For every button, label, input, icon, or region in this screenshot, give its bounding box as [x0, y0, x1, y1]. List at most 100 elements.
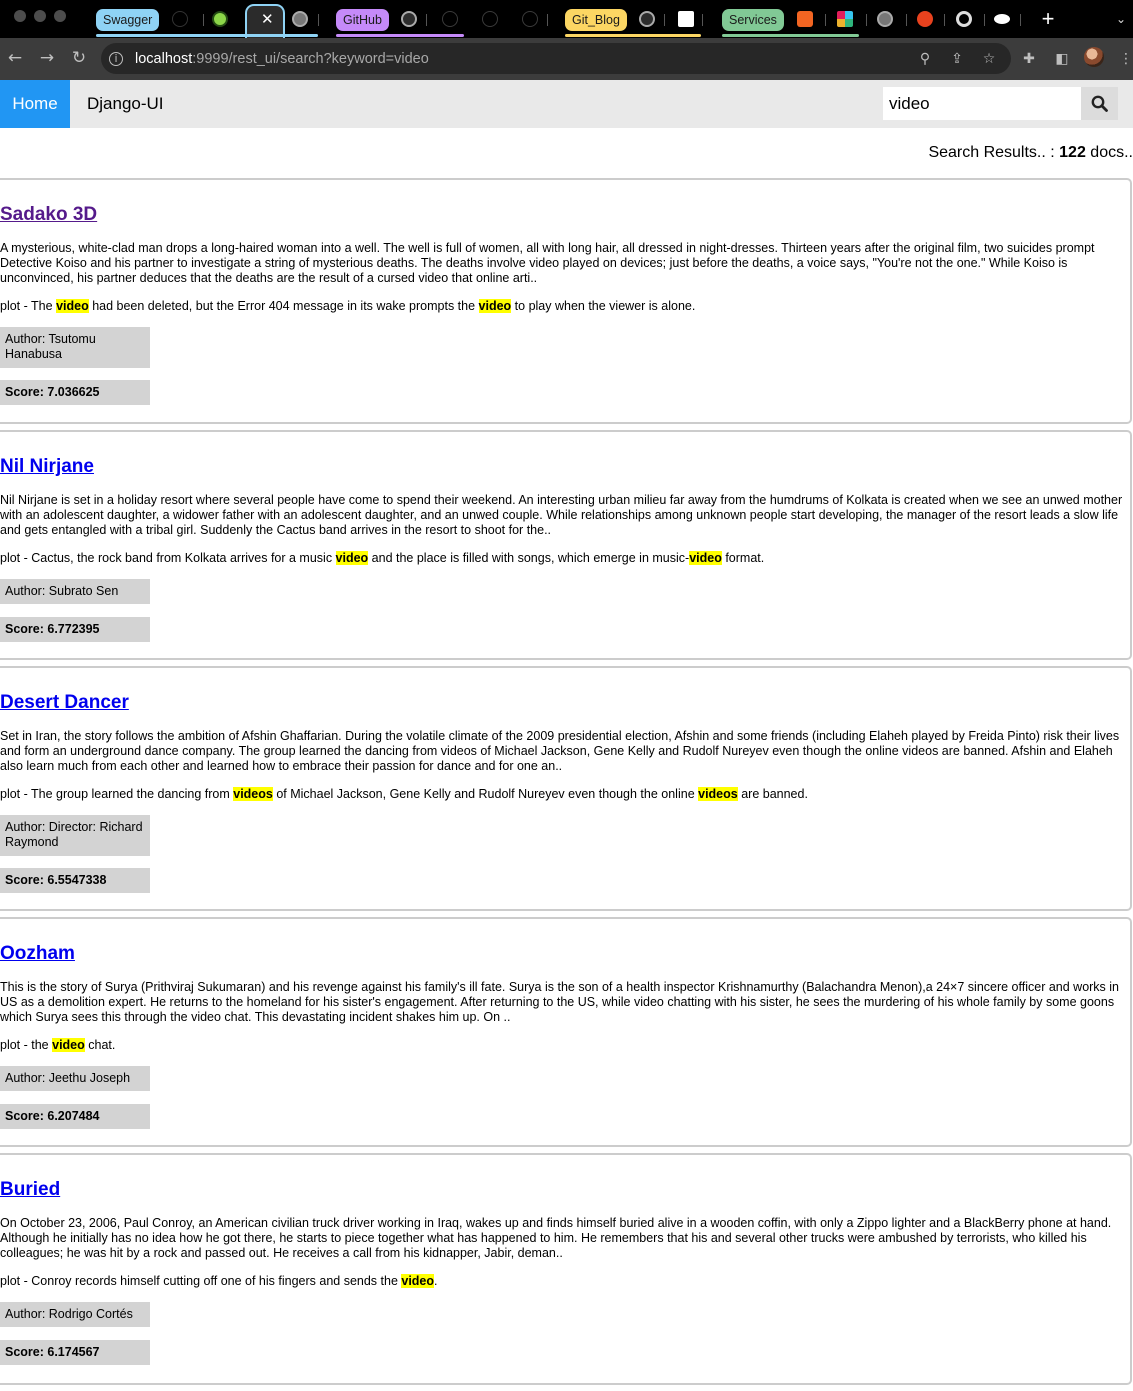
- results-count: 122: [1059, 144, 1086, 161]
- slack-icon[interactable]: [837, 11, 853, 27]
- github-icon[interactable]: [522, 11, 538, 27]
- bookmark-star-icon[interactable]: ☆: [980, 50, 998, 68]
- tab-favicon-orange[interactable]: [797, 11, 813, 27]
- github-icon[interactable]: [442, 11, 458, 27]
- tab-favicon-red[interactable]: [917, 11, 933, 27]
- window-close-dot[interactable]: [14, 10, 26, 22]
- tab-group-underline: [336, 34, 464, 37]
- reload-icon[interactable]: ↻: [68, 47, 90, 69]
- result-author: Author: Director: Richard Raymond: [0, 815, 150, 856]
- github-icon[interactable]: [482, 11, 498, 27]
- browser-toolbar: ← → ↻ i localhost:9999/rest_ui/search?ke…: [0, 38, 1133, 80]
- back-arrow-icon[interactable]: ←: [4, 47, 26, 69]
- tab-group-underline: [565, 34, 701, 37]
- profile-avatar[interactable]: [1084, 47, 1104, 67]
- tab-favicon-dark[interactable]: [172, 11, 188, 27]
- browser-tab-strip: Swagger ✕ GitHub Git_Blog Services + ⌄: [0, 0, 1133, 38]
- app-navbar: Home Django-UI: [0, 80, 1133, 128]
- tab-separator: [318, 14, 319, 26]
- github-icon[interactable]: [401, 11, 417, 27]
- globe-icon[interactable]: [877, 11, 893, 27]
- result-author: Author: Tsutomu Hanabusa: [0, 327, 150, 368]
- tab-group-underline: [96, 34, 318, 37]
- tab-group-swagger[interactable]: Swagger: [96, 9, 160, 31]
- result-plot: plot - The group learned the dancing fro…: [0, 787, 808, 801]
- results-summary-prefix: Search Results.. :: [928, 144, 1060, 161]
- window-minimize-dot[interactable]: [34, 10, 46, 22]
- result-card: Oozham This is the story of Surya (Prith…: [0, 917, 1132, 1147]
- result-title-link[interactable]: Oozham: [0, 943, 75, 965]
- url-text[interactable]: localhost:9999/rest_ui/search?keyword=vi…: [135, 51, 429, 67]
- result-description: A mysterious, white-clad man drops a lon…: [0, 241, 1095, 286]
- result-score: Score: 6.174567: [0, 1340, 150, 1365]
- result-title-link[interactable]: Desert Dancer: [0, 692, 129, 714]
- result-title-link[interactable]: Nil Nirjane: [0, 456, 94, 478]
- result-card: Buried On October 23, 2006, Paul Conroy,…: [0, 1153, 1132, 1385]
- highlight: video: [52, 1038, 85, 1052]
- result-author: Author: Jeethu Joseph: [0, 1066, 150, 1091]
- tab-group-git-blog[interactable]: Git_Blog: [565, 9, 627, 31]
- tab-separator: [1020, 14, 1021, 26]
- home-nav-link[interactable]: Home: [0, 80, 70, 128]
- result-card: Sadako 3D A mysterious, white-clad man d…: [0, 178, 1132, 424]
- highlight: video: [478, 299, 512, 313]
- result-plot: plot - The video had been deleted, but t…: [0, 299, 696, 313]
- result-title-link[interactable]: Buried: [0, 1179, 60, 1201]
- highlight: videos: [698, 787, 738, 801]
- chrome-icon[interactable]: [956, 11, 972, 27]
- result-author: Author: Rodrigo Cortés: [0, 1302, 150, 1327]
- close-tab-icon[interactable]: ✕: [261, 10, 274, 28]
- result-score: Score: 7.036625: [0, 380, 150, 405]
- tab-group-services[interactable]: Services: [722, 9, 784, 31]
- result-author: Author: Subrato Sen: [0, 579, 150, 604]
- result-score: Score: 6.207484: [0, 1104, 150, 1129]
- window-zoom-dot[interactable]: [54, 10, 66, 22]
- tab-separator: [944, 14, 945, 26]
- result-description: Set in Iran, the story follows the ambit…: [0, 729, 1120, 774]
- extensions-puzzle-icon[interactable]: ✚: [1020, 50, 1038, 68]
- brand-link[interactable]: Django-UI: [87, 94, 164, 114]
- search-input[interactable]: [883, 87, 1081, 120]
- tab-separator: [426, 14, 427, 26]
- forward-arrow-icon[interactable]: →: [36, 47, 58, 69]
- results-summary-suffix: docs..: [1085, 144, 1133, 161]
- result-title-link[interactable]: Sadako 3D: [0, 204, 97, 226]
- tab-separator: [866, 14, 867, 26]
- result-description: This is the story of Surya (Prithviraj S…: [0, 980, 1120, 1025]
- result-card: Desert Dancer Set in Iran, the story fol…: [0, 666, 1132, 911]
- search-icon: [1091, 95, 1108, 112]
- zoom-icon[interactable]: ⚲: [916, 50, 934, 68]
- tab-search-chevron-icon[interactable]: ⌄: [1113, 4, 1129, 34]
- dc-site-icon[interactable]: [678, 11, 694, 27]
- result-plot: plot - the video chat.: [0, 1038, 116, 1052]
- new-tab-button[interactable]: +: [1036, 4, 1060, 34]
- globe-icon[interactable]: [292, 11, 308, 27]
- site-info-icon[interactable]: i: [109, 52, 123, 66]
- highlight: video: [335, 551, 369, 565]
- tab-separator: [984, 14, 985, 26]
- highlight: videos: [233, 787, 273, 801]
- github-icon[interactable]: [639, 11, 655, 27]
- result-plot: plot - Cactus, the rock band from Kolkat…: [0, 551, 765, 565]
- tab-group-github[interactable]: GitHub: [336, 9, 389, 31]
- tab-favicon-swagger[interactable]: [212, 11, 228, 27]
- medium-icon[interactable]: [994, 14, 1010, 24]
- browser-menu-icon[interactable]: ⋮: [1117, 50, 1133, 68]
- result-plot: plot - Conroy records himself cutting of…: [0, 1274, 438, 1288]
- highlight: video: [401, 1274, 435, 1288]
- tab-separator: [906, 14, 907, 26]
- search-button[interactable]: [1081, 87, 1118, 120]
- tab-group-underline: [722, 34, 859, 37]
- tab-separator: [702, 14, 703, 26]
- share-icon[interactable]: ⇪: [948, 50, 966, 68]
- tab-separator: [664, 14, 665, 26]
- highlight: video: [56, 299, 89, 313]
- tab-separator: [203, 14, 204, 26]
- address-bar[interactable]: i localhost:9999/rest_ui/search?keyword=…: [101, 43, 1011, 74]
- side-panel-icon[interactable]: ◧: [1053, 50, 1071, 68]
- tab-separator: [825, 14, 826, 26]
- results-summary: Search Results.. : 122 docs..: [928, 144, 1133, 162]
- result-score: Score: 6.772395: [0, 617, 150, 642]
- result-card: Nil Nirjane Nil Nirjane is set in a holi…: [0, 430, 1132, 660]
- result-description: On October 23, 2006, Paul Conroy, an Ame…: [0, 1216, 1112, 1261]
